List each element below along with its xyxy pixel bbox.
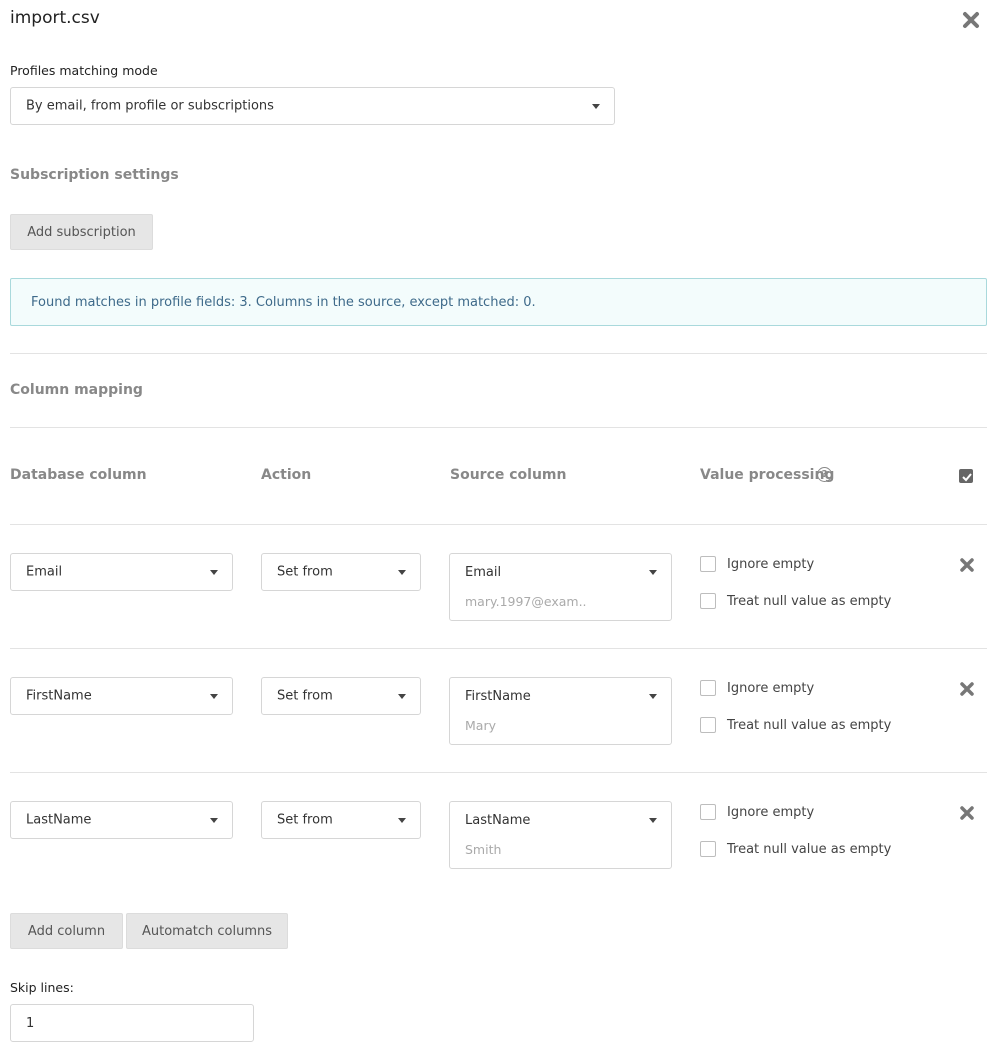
- source-column-select[interactable]: FirstName Mary: [449, 677, 672, 745]
- treat-null-label: Treat null value as empty: [727, 594, 892, 609]
- close-icon: [960, 806, 974, 820]
- database-column-value: FirstName: [26, 688, 92, 704]
- treat-null-checkbox[interactable]: [700, 717, 716, 733]
- source-sample-value: Smith: [465, 842, 502, 857]
- matching-mode-label: Profiles matching mode: [10, 63, 158, 78]
- dialog-title: import.csv: [10, 8, 100, 28]
- action-select[interactable]: Set from: [261, 801, 421, 839]
- action-value: Set from: [277, 688, 333, 704]
- help-glyph: ?: [821, 469, 828, 480]
- action-value: Set from: [277, 564, 333, 580]
- select-all-checkbox[interactable]: [959, 469, 973, 483]
- caret-down-icon: [592, 104, 600, 109]
- add-column-button[interactable]: Add column: [10, 913, 123, 949]
- database-column-value: LastName: [26, 812, 92, 828]
- divider: [10, 353, 987, 354]
- source-column-select[interactable]: LastName Smith: [449, 801, 672, 869]
- divider: [10, 524, 987, 525]
- header-source-column: Source column: [450, 467, 567, 483]
- caret-down-icon: [210, 818, 218, 823]
- matching-mode-value: By email, from profile or subscriptions: [26, 98, 274, 114]
- close-icon: [963, 12, 979, 28]
- source-column-value: Email: [465, 565, 502, 580]
- header-action: Action: [261, 467, 312, 483]
- action-select[interactable]: Set from: [261, 553, 421, 591]
- automatch-columns-button[interactable]: Automatch columns: [126, 913, 288, 949]
- database-column-select[interactable]: Email: [10, 553, 233, 591]
- skip-lines-label: Skip lines:: [10, 980, 74, 995]
- column-mapping-title: Column mapping: [10, 382, 143, 398]
- match-info-text: Found matches in profile fields: 3. Colu…: [31, 294, 536, 310]
- skip-lines-input[interactable]: [10, 1004, 254, 1042]
- source-sample-value: Mary: [465, 718, 496, 733]
- add-subscription-button[interactable]: Add subscription: [10, 214, 153, 250]
- caret-down-icon: [649, 694, 657, 699]
- database-column-select[interactable]: FirstName: [10, 677, 233, 715]
- match-info-alert: Found matches in profile fields: 3. Colu…: [10, 278, 987, 326]
- ignore-empty-label: Ignore empty: [727, 681, 815, 696]
- database-column-value: Email: [26, 564, 63, 580]
- treat-null-checkbox[interactable]: [700, 593, 716, 609]
- database-column-select[interactable]: LastName: [10, 801, 233, 839]
- action-value: Set from: [277, 812, 333, 828]
- close-icon: [960, 682, 974, 696]
- subscription-settings-title: Subscription settings: [10, 167, 179, 183]
- divider: [10, 772, 987, 773]
- checkmark-icon: [962, 473, 972, 482]
- divider: [10, 427, 987, 428]
- action-select[interactable]: Set from: [261, 677, 421, 715]
- remove-row-button[interactable]: [958, 556, 976, 574]
- header-database-column: Database column: [10, 467, 147, 483]
- caret-down-icon: [649, 570, 657, 575]
- caret-down-icon: [210, 694, 218, 699]
- remove-row-button[interactable]: [958, 680, 976, 698]
- treat-null-label: Treat null value as empty: [727, 718, 892, 733]
- ignore-empty-checkbox[interactable]: [700, 804, 716, 820]
- source-column-value: LastName: [465, 813, 531, 828]
- ignore-empty-checkbox[interactable]: [700, 680, 716, 696]
- caret-down-icon: [398, 570, 406, 575]
- matching-mode-select[interactable]: By email, from profile or subscriptions: [10, 87, 615, 125]
- treat-null-checkbox[interactable]: [700, 841, 716, 857]
- ignore-empty-checkbox[interactable]: [700, 556, 716, 572]
- source-column-select[interactable]: Email mary.1997@exam..: [449, 553, 672, 621]
- source-sample-value: mary.1997@exam..: [465, 594, 587, 609]
- ignore-empty-label: Ignore empty: [727, 557, 815, 572]
- header-value-processing: Value processing: [700, 467, 835, 483]
- help-icon[interactable]: ?: [817, 467, 832, 482]
- divider: [10, 648, 987, 649]
- source-column-value: FirstName: [465, 689, 531, 704]
- caret-down-icon: [398, 818, 406, 823]
- close-dialog-button[interactable]: [960, 9, 982, 31]
- caret-down-icon: [649, 818, 657, 823]
- close-icon: [960, 558, 974, 572]
- ignore-empty-label: Ignore empty: [727, 805, 815, 820]
- remove-row-button[interactable]: [958, 804, 976, 822]
- treat-null-label: Treat null value as empty: [727, 842, 892, 857]
- caret-down-icon: [398, 694, 406, 699]
- caret-down-icon: [210, 570, 218, 575]
